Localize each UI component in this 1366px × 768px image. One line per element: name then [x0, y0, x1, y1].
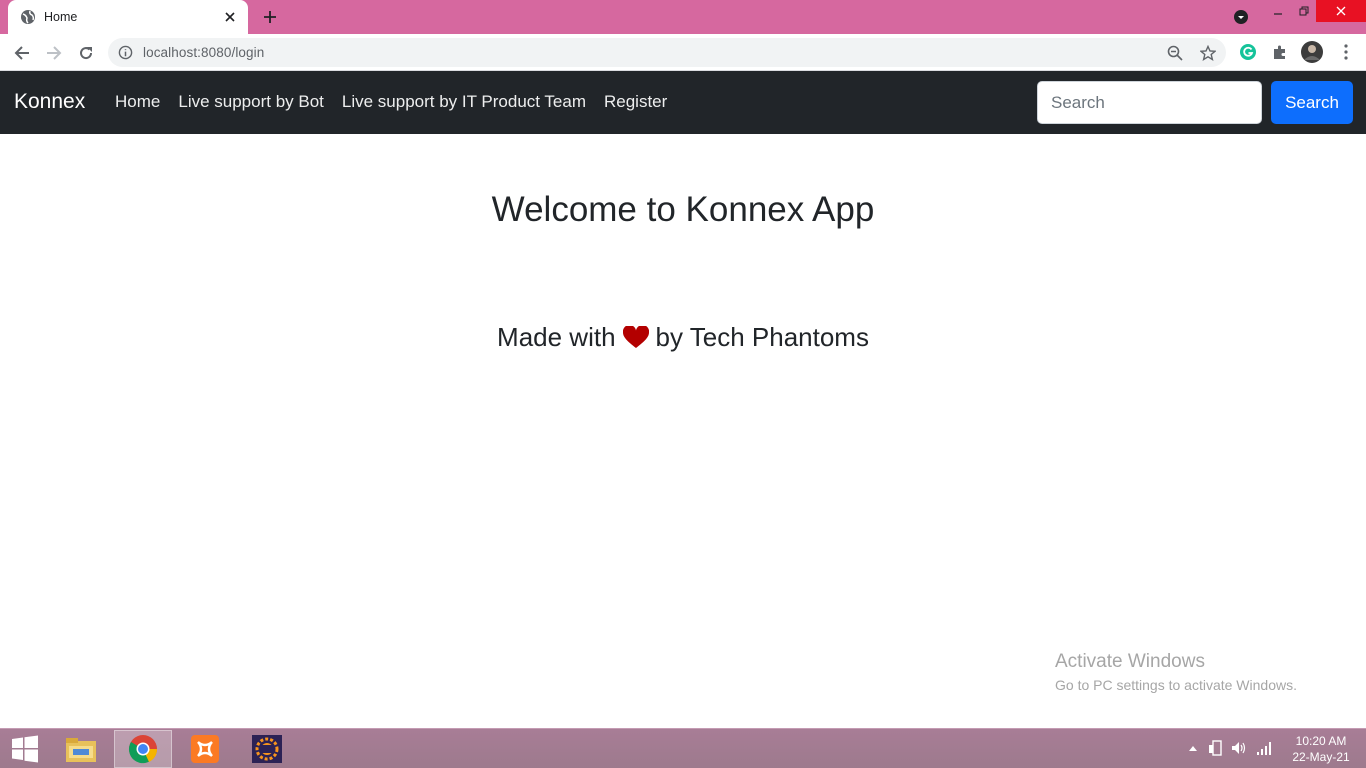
clock-time: 10:20 AM — [1295, 734, 1347, 748]
close-tab-icon[interactable] — [222, 9, 238, 25]
browser-tab-home[interactable]: Home — [8, 0, 248, 34]
watermark-subtitle: Go to PC settings to activate Windows. — [1055, 677, 1297, 693]
made-with-line: Made with by Tech Phantoms — [0, 322, 1366, 353]
restore-icon[interactable] — [1292, 0, 1316, 22]
volume-icon[interactable] — [1230, 739, 1248, 757]
nav-live-support-bot[interactable]: Live support by Bot — [178, 92, 324, 112]
globe-icon — [20, 9, 36, 25]
taskbar-clock[interactable]: 10:20 AM 22-May-21 — [1284, 733, 1358, 765]
bookmark-star-icon[interactable] — [1199, 44, 1217, 62]
made-with-prefix: Made with — [497, 322, 616, 352]
extensions-puzzle-icon[interactable] — [1270, 42, 1290, 62]
made-with-suffix: by Tech Phantoms — [655, 322, 869, 352]
back-arrow-icon[interactable] — [10, 41, 34, 65]
brand-logo[interactable]: Konnex — [14, 90, 85, 114]
reload-icon[interactable] — [74, 41, 98, 65]
nav-home[interactable]: Home — [115, 92, 160, 112]
eclipse-java-ee-icon[interactable] — [238, 730, 296, 768]
network-signal-icon[interactable] — [1255, 739, 1273, 757]
search-input[interactable] — [1037, 81, 1262, 124]
address-bar[interactable]: localhost:8080/login — [108, 38, 1226, 67]
nav-register[interactable]: Register — [604, 92, 667, 112]
clock-date: 22-May-21 — [1292, 750, 1350, 764]
forward-arrow-icon[interactable] — [42, 41, 66, 65]
zoom-icon[interactable] — [1166, 44, 1184, 62]
browser-tabstrip: Home — [0, 0, 1366, 34]
url-text: localhost:8080/login — [143, 45, 265, 60]
windows-start-icon[interactable] — [6, 733, 44, 765]
tab-search-icon[interactable] — [1232, 8, 1250, 26]
new-tab-button[interactable] — [258, 6, 282, 28]
file-explorer-icon[interactable] — [52, 730, 110, 768]
browser-toolbar: localhost:8080/login — [0, 34, 1366, 71]
device-icon[interactable] — [1207, 739, 1225, 757]
profile-avatar[interactable] — [1301, 41, 1323, 63]
heart-icon — [622, 326, 649, 349]
chrome-icon[interactable] — [114, 730, 172, 768]
activate-windows-watermark: Activate Windows Go to PC settings to ac… — [1055, 651, 1297, 693]
site-navbar: Konnex Home Live support by Bot Live sup… — [0, 71, 1366, 134]
search-button[interactable]: Search — [1271, 81, 1353, 124]
tab-title: Home — [44, 10, 78, 24]
page-title: Welcome to Konnex App — [491, 190, 875, 229]
nav-links: Home Live support by Bot Live support by… — [115, 92, 685, 112]
xampp-icon[interactable] — [176, 730, 234, 768]
close-window-icon[interactable] — [1316, 0, 1366, 22]
windows-taskbar: 10:20 AM 22-May-21 — [0, 728, 1366, 768]
minimize-icon[interactable] — [1266, 0, 1290, 22]
menu-kebab-icon[interactable] — [1336, 42, 1356, 62]
show-hidden-icons-icon[interactable] — [1184, 739, 1202, 757]
watermark-title: Activate Windows — [1055, 651, 1205, 672]
nav-live-support-it-team[interactable]: Live support by IT Product Team — [342, 92, 586, 112]
info-icon[interactable] — [118, 45, 133, 60]
grammarly-icon[interactable] — [1238, 42, 1258, 62]
